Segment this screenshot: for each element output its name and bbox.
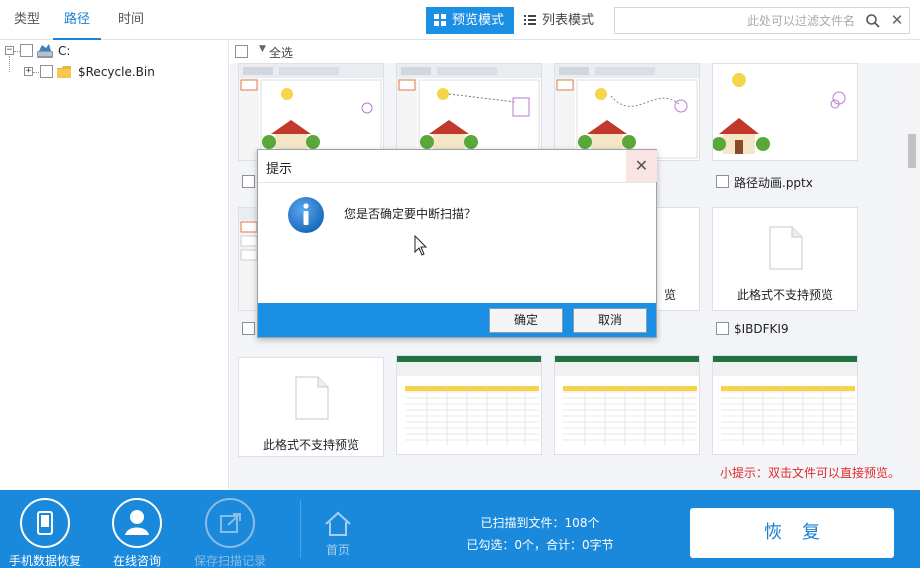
tab-type[interactable]: 类型 <box>14 0 40 40</box>
top-bar: 类型 路径 时间 预览模式 列表模式 ✕ <box>0 0 920 40</box>
dialog-divider <box>258 182 656 183</box>
filter-input[interactable] <box>621 11 855 30</box>
collapse-icon[interactable]: − <box>5 46 14 55</box>
phone-recovery-label: 手机数据恢复 <box>8 554 81 568</box>
home-icon <box>325 511 351 536</box>
checkbox[interactable] <box>40 65 53 78</box>
checkbox[interactable] <box>20 44 33 57</box>
tab-path[interactable]: 路径 <box>53 0 101 40</box>
dialog-message: 您是否确定要中断扫描？ <box>344 207 477 221</box>
cancel-button[interactable]: 取消 <box>573 308 647 333</box>
spreadsheet-preview-image <box>397 356 541 446</box>
file-thumbnail[interactable] <box>712 355 858 455</box>
spreadsheet-preview-image <box>713 356 857 446</box>
slide-preview-image <box>555 64 699 160</box>
preview-mode-label: 预览模式 <box>452 13 505 28</box>
file-checkbox[interactable] <box>242 175 255 188</box>
file-thumbnail[interactable]: 此格式不支持预览 <box>238 357 384 457</box>
scan-stats: 已扫描到文件：108个 已勾选：0个，合计：0字节 <box>440 512 640 556</box>
select-all-bar: ▼ 全选 <box>230 41 920 63</box>
list-mode-button[interactable]: 列表模式 <box>516 7 604 34</box>
slide-preview-image <box>239 64 383 160</box>
file-thumbnail[interactable] <box>712 63 858 161</box>
save-scan-label: 保存扫描记录 <box>193 554 266 568</box>
scanned-count: 已扫描到文件：108个 <box>480 516 600 530</box>
unsupported-format-label: 此格式不支持预览 <box>262 438 359 452</box>
list-icon <box>524 15 536 25</box>
filter-box: ✕ <box>614 7 910 34</box>
vertical-scrollbar[interactable] <box>906 64 918 452</box>
file-checkbox[interactable] <box>716 175 729 188</box>
drive-icon <box>37 44 53 58</box>
info-icon <box>288 197 324 233</box>
document-icon <box>295 376 329 420</box>
recover-button[interactable]: 恢复 <box>690 508 894 558</box>
dialog-title: 提示 <box>266 162 293 177</box>
slide-preview-image <box>713 73 846 154</box>
dropdown-icon[interactable]: ▼ <box>259 44 266 54</box>
selected-summary: 已勾选：0个，合计：0字节 <box>466 538 614 552</box>
user-icon <box>125 510 149 535</box>
file-thumbnail[interactable] <box>554 355 700 455</box>
file-checkbox[interactable] <box>716 322 729 335</box>
home-label: 首页 <box>325 543 350 557</box>
file-thumbnail[interactable] <box>554 63 700 161</box>
tree-connector <box>33 72 39 73</box>
online-consult-label: 在线咨询 <box>112 554 161 568</box>
spreadsheet-preview-image <box>555 356 699 446</box>
document-icon <box>769 226 803 270</box>
file-name: 路径动画.pptx <box>734 176 813 190</box>
folder-icon <box>57 66 71 78</box>
phone-icon <box>37 511 53 535</box>
tree-label-c: C: <box>58 44 71 58</box>
hint-text: 小提示：双击文件可以直接预览。 <box>720 466 901 480</box>
scrollbar-thumb[interactable] <box>908 134 916 168</box>
file-name: $IBDFKI9 <box>734 322 789 336</box>
tree-label-recycle-bin: $Recycle.Bin <box>78 65 155 79</box>
unsupported-format-label: 此格式不支持预览 <box>736 288 833 302</box>
online-consult-button[interactable]: 在线咨询 <box>92 498 182 569</box>
preview-mode-button[interactable]: 预览模式 <box>426 7 515 34</box>
select-all-checkbox[interactable] <box>235 45 248 58</box>
select-all-label: 全选 <box>269 46 294 60</box>
ok-button[interactable]: 确定 <box>489 308 563 333</box>
home-button[interactable]: 首页 <box>318 510 358 558</box>
close-icon[interactable]: ✕ <box>626 150 657 182</box>
file-thumbnail[interactable] <box>238 63 384 161</box>
search-icon[interactable] <box>865 13 881 29</box>
file-checkbox[interactable] <box>242 322 255 335</box>
slide-preview-image <box>397 64 541 160</box>
expand-icon[interactable]: + <box>24 67 33 76</box>
tab-time[interactable]: 时间 <box>118 0 144 40</box>
grid-icon <box>434 14 446 26</box>
list-mode-label: 列表模式 <box>542 13 595 28</box>
phone-recovery-button[interactable]: 手机数据恢复 <box>0 498 90 569</box>
directory-tree: − C: + $Recycle.Bin <box>0 41 229 490</box>
confirm-dialog: 提示 ✕ 您是否确定要中断扫描？ 确定 取消 <box>257 149 657 338</box>
file-thumbnail[interactable]: 此格式不支持预览 <box>712 207 858 311</box>
mouse-cursor-icon <box>414 235 428 256</box>
dialog-footer: 确定 取消 <box>258 303 656 337</box>
footer-divider <box>300 500 301 558</box>
export-icon <box>220 513 241 533</box>
tree-node-c[interactable]: − C: <box>0 41 220 61</box>
tree-node-recycle-bin[interactable]: + $Recycle.Bin <box>0 62 220 82</box>
file-thumbnail[interactable] <box>396 355 542 455</box>
bottom-toolbar: 手机数据恢复 在线咨询 保存扫描记录 首页 已扫描到文件：108个 已勾选：0个… <box>0 490 920 568</box>
close-icon[interactable]: ✕ <box>889 12 905 28</box>
save-scan-button[interactable]: 保存扫描记录 <box>185 498 275 569</box>
file-thumbnail[interactable] <box>396 63 542 161</box>
